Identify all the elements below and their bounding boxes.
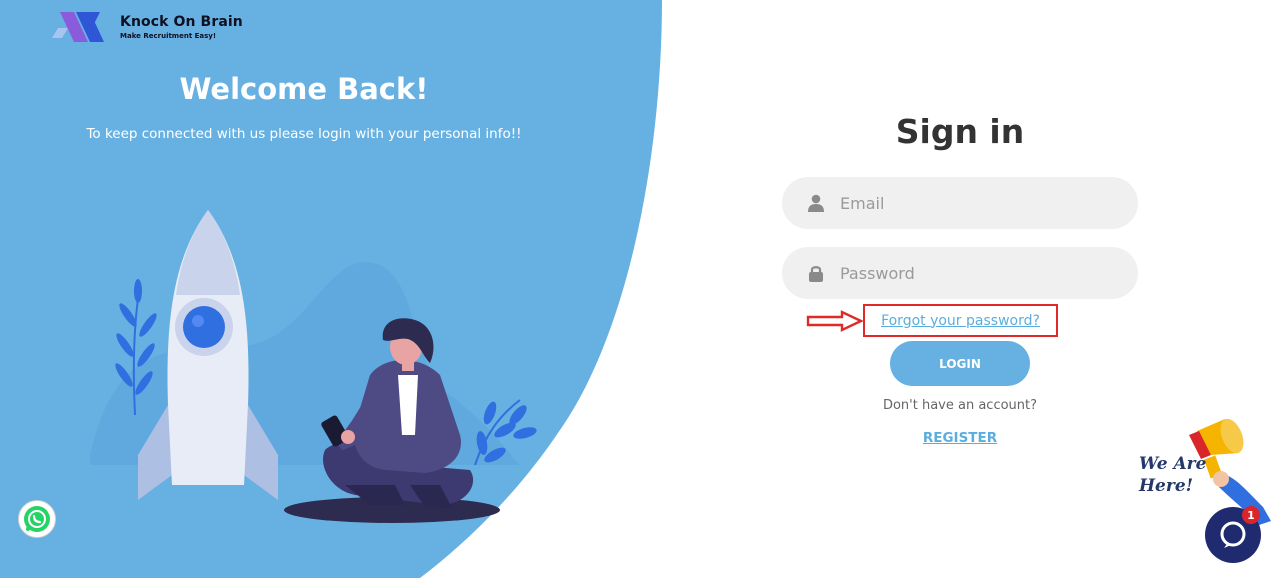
welcome-title: Welcome Back! [179, 72, 429, 106]
email-input[interactable] [838, 176, 1138, 230]
we-are-here-line1: We Are [1139, 454, 1207, 474]
user-icon [808, 194, 824, 212]
email-field[interactable] [782, 176, 1138, 230]
brand-name: Knock On Brain [120, 13, 243, 30]
whatsapp-button[interactable] [18, 500, 56, 538]
brand-tagline: Make Recruitment Easy! [120, 31, 217, 40]
signin-title: Sign in [895, 112, 1025, 151]
chat-icon [1220, 521, 1246, 548]
login-button[interactable]: LOGIN [890, 341, 1030, 386]
password-input[interactable] [838, 246, 1138, 300]
we-are-here-text: We Are Here! [1139, 453, 1206, 497]
chat-badge: 1 [1242, 506, 1260, 524]
forgot-password-highlight: Forgot your password? [863, 304, 1058, 337]
register-link[interactable]: REGISTER [780, 430, 1140, 446]
whatsapp-icon [24, 506, 50, 532]
lock-icon [809, 266, 823, 282]
welcome-subtitle: To keep connected with us please login w… [86, 126, 522, 142]
forgot-password-link[interactable]: Forgot your password? [881, 313, 1040, 329]
brand: Knock On Brain Make Recruitment Easy! [50, 8, 243, 46]
arrow-right-icon [806, 310, 864, 332]
no-account-text: Don't have an account? [882, 398, 1038, 413]
rocket-person-illustration [90, 210, 537, 523]
we-are-here-line2: Here! [1139, 476, 1194, 496]
brand-text: Knock On Brain Make Recruitment Easy! [120, 15, 243, 40]
password-field[interactable] [782, 246, 1138, 300]
logo-icon [52, 12, 104, 42]
